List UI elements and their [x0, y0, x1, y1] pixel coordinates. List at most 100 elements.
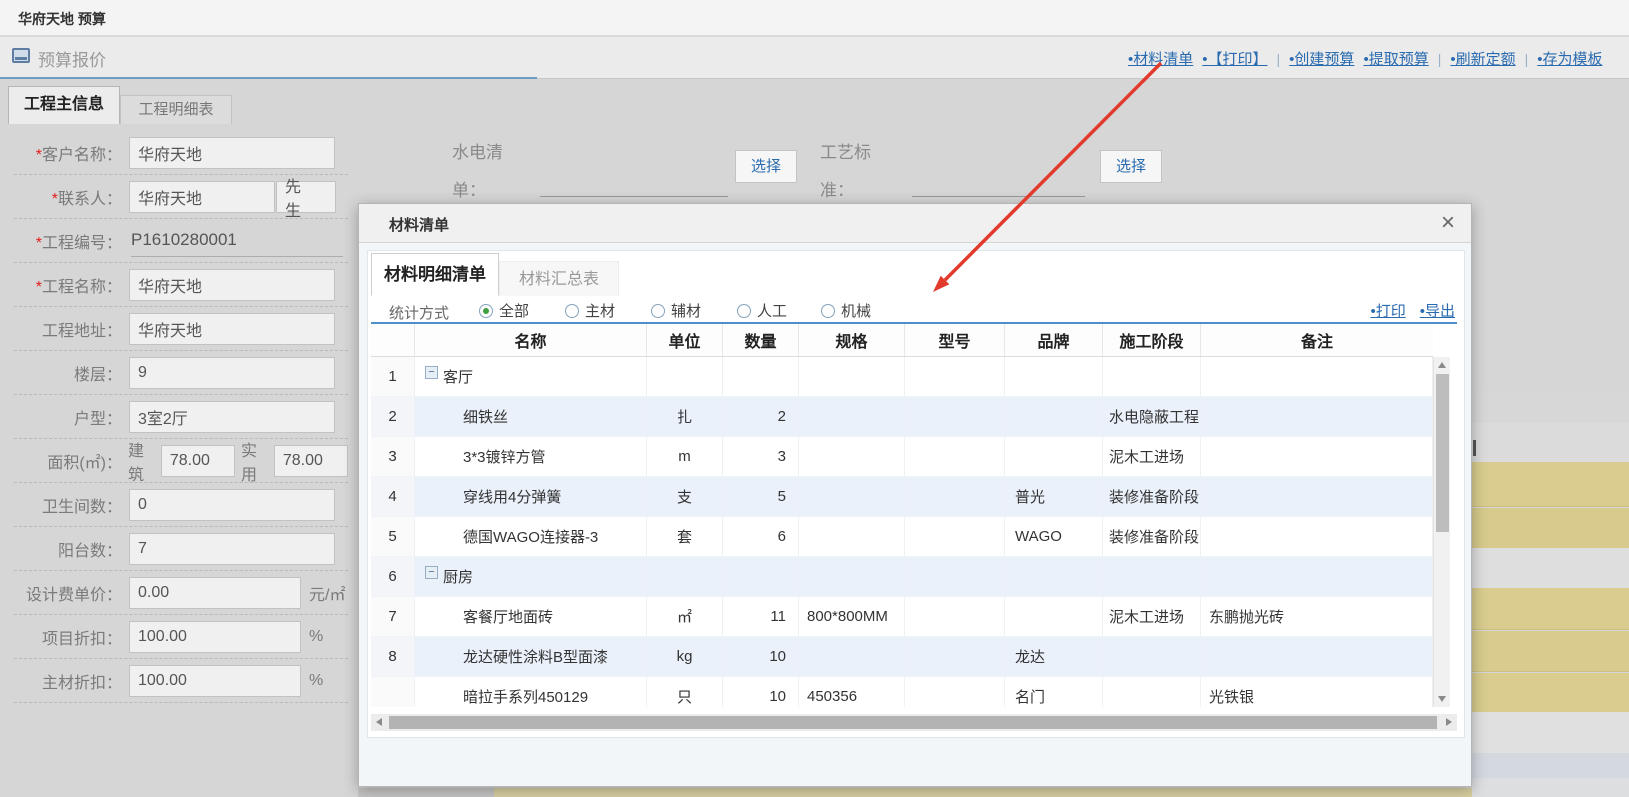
- col-qty: 数量: [723, 324, 799, 356]
- vertical-scroll-thumb[interactable]: [1436, 374, 1449, 532]
- radio-icon[interactable]: [737, 304, 751, 318]
- radio-icon[interactable]: [479, 304, 493, 318]
- background-row-highlight: [1472, 462, 1629, 507]
- radio-machinery[interactable]: 机械: [821, 300, 871, 321]
- table-row[interactable]: 7 客餐厅地面砖 ㎡ 11 800*800MM 泥木工进场 东鹏抛光砖: [371, 597, 1433, 637]
- radio-icon[interactable]: [651, 304, 665, 318]
- form-row-bathrooms: 卫生间数： 0: [14, 483, 348, 527]
- water-list-label: 水电清单：: [452, 134, 512, 210]
- tab-project-detail[interactable]: 工程明细表: [120, 95, 232, 124]
- table-row[interactable]: 5 德国WAGO连接器-3 套 6 WAGO 装修准备阶段: [371, 517, 1433, 557]
- form-row-paddr: 工程地址： 华府天地: [14, 307, 348, 351]
- link-create-budget[interactable]: •创建预算: [1289, 48, 1354, 69]
- water-list-select-button[interactable]: 选择: [735, 150, 797, 183]
- table-row[interactable]: 2 细铁丝 扎 2 水电隐蔽工程: [371, 397, 1433, 437]
- scroll-left-icon[interactable]: [376, 718, 382, 726]
- collapse-icon[interactable]: −: [425, 366, 438, 379]
- scroll-right-icon[interactable]: [1446, 718, 1452, 726]
- table-row[interactable]: 暗拉手系列450129 只 10 450356 名门 光铁银: [371, 677, 1433, 707]
- link-extract-budget[interactable]: •提取预算: [1363, 48, 1428, 69]
- material-discount-input[interactable]: 100.00: [129, 665, 301, 697]
- floor-stepper[interactable]: 9: [129, 357, 335, 389]
- link-material-list[interactable]: •材料清单: [1128, 48, 1193, 69]
- header-links: •材料清单 •【打印】 | •创建预算 •提取预算 | •刷新定额 | •存为模…: [1128, 48, 1629, 69]
- project-address-input[interactable]: 华府天地: [129, 313, 335, 345]
- close-icon[interactable]: ×: [1441, 208, 1455, 238]
- project-name-input[interactable]: 华府天地: [129, 269, 335, 301]
- area-build-stepper[interactable]: 78.00: [161, 445, 235, 477]
- dialog-print-link[interactable]: •打印: [1370, 300, 1405, 321]
- table-body: 1 −客厅 2 细铁丝 扎 2 水电隐蔽工程 3 3*3镀锌方管 m 3: [371, 357, 1433, 707]
- radio-icon[interactable]: [565, 304, 579, 318]
- background-row: [1472, 390, 1629, 423]
- background-strip-highlight: [494, 788, 1472, 797]
- table-row[interactable]: 8 龙达硬性涂料B型面漆 kg 10 龙达: [371, 637, 1433, 677]
- contact-input[interactable]: 华府天地: [129, 181, 275, 213]
- dialog-titlebar[interactable]: 材料清单 ×: [359, 204, 1471, 243]
- craft-standard-input[interactable]: [912, 196, 1085, 197]
- table-row[interactable]: 3 3*3镀锌方管 m 3 泥木工进场: [371, 437, 1433, 477]
- vertical-scrollbar[interactable]: [1433, 357, 1450, 707]
- customer-input[interactable]: 华府天地: [129, 137, 335, 169]
- background-row-highlight: [1472, 508, 1629, 548]
- radio-main-material[interactable]: 主材: [565, 300, 615, 321]
- water-list-input[interactable]: [540, 196, 728, 197]
- area-use-stepper[interactable]: 78.00: [274, 445, 348, 477]
- unit-type-select[interactable]: 3室2厅: [129, 401, 335, 433]
- pname-label: 工程名称：: [42, 279, 122, 296]
- report-icon: [12, 48, 30, 63]
- window-title: 华府天地 预算: [18, 9, 106, 29]
- col-unit: 单位: [647, 324, 723, 356]
- background-row: [1472, 712, 1629, 753]
- contact-title-select[interactable]: 先生: [276, 181, 336, 213]
- table-header-row: 名称 单位 数量 规格 型号 品牌 施工阶段 备注: [371, 324, 1433, 357]
- link-separator: |: [1438, 51, 1442, 67]
- paddr-label: 工程地址：: [14, 317, 122, 341]
- form-row-customer: *客户名称： 华府天地: [14, 131, 348, 175]
- link-separator: |: [1525, 51, 1529, 67]
- project-discount-unit: %: [309, 628, 323, 646]
- scroll-down-icon[interactable]: [1438, 696, 1446, 702]
- radio-labor[interactable]: 人工: [737, 300, 787, 321]
- craft-standard-select-button[interactable]: 选择: [1100, 150, 1162, 183]
- table-row[interactable]: 4 穿线用4分弹簧 支 5 普光 装修准备阶段: [371, 477, 1433, 517]
- scroll-up-icon[interactable]: [1438, 362, 1446, 368]
- radio-auxiliary-material[interactable]: 辅材: [651, 300, 701, 321]
- background-row: [1472, 548, 1629, 588]
- design-fee-stepper[interactable]: 0.00: [129, 577, 301, 609]
- radio-all[interactable]: 全部: [479, 300, 529, 321]
- link-refresh-quota[interactable]: •刷新定额: [1450, 48, 1515, 69]
- link-print[interactable]: •【打印】: [1202, 48, 1267, 69]
- table-row-group[interactable]: 1 −客厅: [371, 357, 1433, 397]
- col-stage: 施工阶段: [1103, 324, 1201, 356]
- background-row-highlight: [1472, 631, 1629, 672]
- form-row-area: 面积(㎡)： 建筑 78.00 实用 78.00: [14, 439, 348, 483]
- design-fee-unit: 元/㎡: [309, 581, 345, 605]
- dialog-title: 材料清单: [389, 214, 449, 235]
- background-row: [1472, 423, 1629, 462]
- area-use-label: 实用: [241, 437, 272, 485]
- stat-mode-label: 统计方式: [389, 302, 449, 323]
- link-save-template[interactable]: •存为模板: [1537, 48, 1602, 69]
- project-discount-input[interactable]: 100.00: [129, 621, 301, 653]
- table-row-group[interactable]: 6 −厨房: [371, 557, 1433, 597]
- page-title: 预算报价: [38, 46, 106, 71]
- tab-project-main-info[interactable]: 工程主信息: [8, 86, 120, 124]
- form-row-floor: 楼层： 9: [14, 351, 348, 395]
- col-model: 型号: [905, 324, 1005, 356]
- area-build-label: 建筑: [128, 437, 159, 485]
- horizontal-scroll-thumb[interactable]: [389, 716, 1437, 729]
- collapse-icon[interactable]: −: [425, 566, 438, 579]
- tab-material-summary[interactable]: 材料汇总表: [499, 261, 619, 296]
- balconies-stepper[interactable]: 7: [129, 533, 335, 565]
- bathrooms-stepper[interactable]: 0: [129, 489, 335, 521]
- col-spec: 规格: [799, 324, 905, 356]
- radio-icon[interactable]: [821, 304, 835, 318]
- project-code-value: P1610280001: [131, 225, 343, 257]
- clipped-text-mark: [1473, 440, 1476, 456]
- contact-label: 联系人：: [58, 191, 122, 208]
- tab-material-detail-list[interactable]: 材料明细清单: [371, 253, 499, 296]
- dialog-export-link[interactable]: •导出: [1420, 300, 1455, 321]
- design-fee-label: 设计费单价：: [14, 581, 122, 605]
- horizontal-scrollbar[interactable]: [371, 714, 1457, 731]
